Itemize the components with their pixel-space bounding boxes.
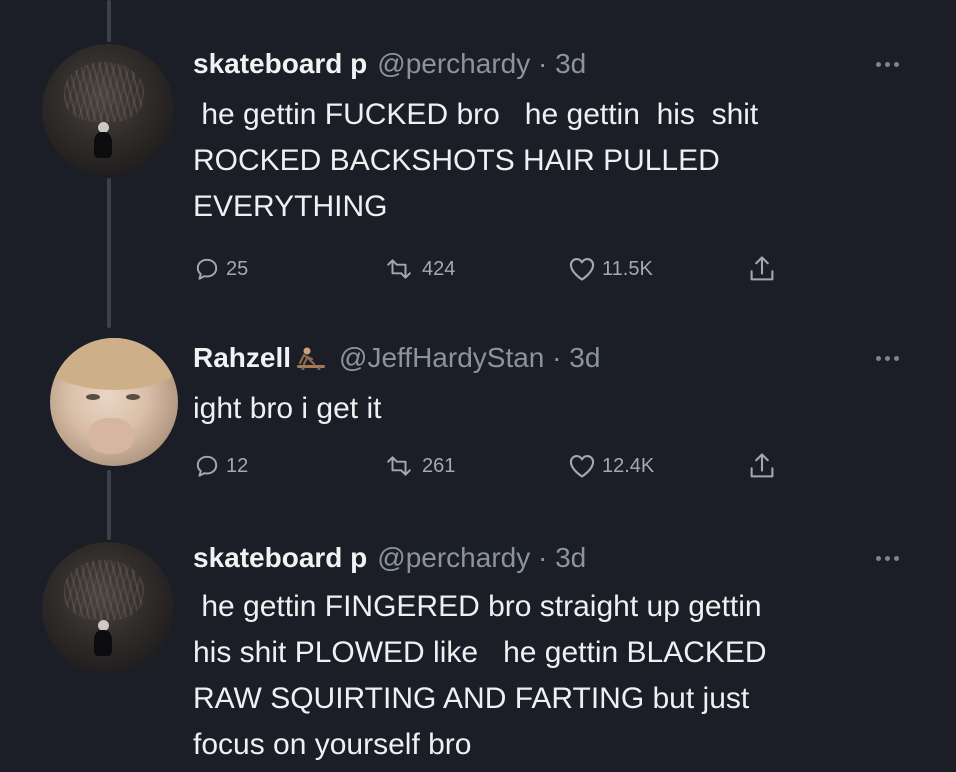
like-button[interactable]: 12.4K [568, 453, 654, 479]
tweet-text-line: ROCKED BACKSHOTS HAIR PULLED [193, 144, 720, 177]
reply-button[interactable]: 25 [194, 256, 248, 282]
tweet-text-line: he gettin FUCKED bro he gettin his shit [193, 98, 759, 131]
tweet[interactable]: Rahzell @JeffHardyStan · 3d ight bro i g… [0, 320, 956, 520]
reply-button[interactable]: 12 [194, 453, 248, 479]
tweet-text: he gettin FUCKED bro he gettin his shit R… [193, 92, 758, 230]
tweet-text-line: his shit PLOWED like he gettin BLACKED [193, 636, 767, 669]
heart-icon [569, 455, 595, 478]
tweet-text-line: focus on yourself bro [193, 728, 472, 761]
reply-count: 12 [226, 454, 249, 477]
retweet-button[interactable]: 261 [382, 453, 455, 479]
like-count: 12.4K [602, 454, 655, 477]
tweet-text-line: EVERYTHING [193, 190, 388, 223]
handle-and-time[interactable]: @perchardy · 3d [377, 48, 586, 80]
tree-image [64, 560, 144, 620]
tweet-header: Rahzell @JeffHardyStan · 3d [193, 342, 600, 374]
person-body-image [94, 132, 112, 158]
eye-image [86, 394, 100, 400]
tree-image [64, 62, 144, 122]
retweet-button[interactable]: 424 [382, 256, 455, 282]
avatar[interactable] [50, 338, 178, 466]
person-body-image [94, 630, 112, 656]
display-name[interactable]: Rahzell [193, 342, 291, 374]
tweet-header: skateboard p @perchardy · 3d [193, 542, 586, 574]
hand-image [88, 418, 134, 454]
share-icon [750, 256, 774, 281]
reply-count: 25 [226, 257, 249, 280]
tweet-header: skateboard p @perchardy · 3d [193, 48, 586, 80]
handle-and-time[interactable]: @perchardy · 3d [377, 542, 586, 574]
avatar[interactable] [42, 542, 174, 674]
like-button[interactable]: 11.5K [568, 256, 653, 282]
share-button[interactable] [748, 254, 776, 284]
retweet-count: 424 [422, 257, 456, 280]
display-name[interactable]: skateboard p [193, 542, 367, 574]
tweet[interactable]: skateboard p @perchardy · 3d he gettin F… [0, 0, 956, 310]
tweet-text-line: he gettin FINGERED bro straight up getti… [193, 590, 762, 623]
eye-image [126, 394, 140, 400]
tweet-text: ight bro i get it [193, 386, 381, 432]
share-button[interactable] [748, 451, 776, 481]
more-dots-icon[interactable] [876, 356, 899, 361]
like-count: 11.5K [602, 257, 653, 280]
avatar[interactable] [42, 44, 174, 176]
tweet-text-line: ight bro i get it [193, 392, 382, 425]
more-dots-icon[interactable] [876, 556, 899, 561]
tweet-text-line: RAW SQUIRTING AND FARTING but just [193, 682, 750, 715]
hair-image [50, 338, 178, 390]
more-dots-icon[interactable] [876, 62, 899, 67]
retweet-count: 261 [422, 454, 456, 477]
display-name[interactable]: skateboard p [193, 48, 367, 80]
share-icon [750, 453, 774, 478]
retweet-icon [387, 259, 411, 279]
handle-and-time[interactable]: @JeffHardyStan · 3d [339, 342, 600, 374]
skateboarder-emoji [297, 347, 326, 370]
tweet[interactable]: skateboard p @perchardy · 3d he gettin F… [0, 530, 956, 772]
reply-icon [196, 455, 218, 477]
reply-icon [196, 258, 218, 280]
heart-icon [569, 258, 595, 281]
tweet-text: he gettin FINGERED bro straight up getti… [193, 584, 767, 768]
retweet-icon [387, 456, 411, 476]
